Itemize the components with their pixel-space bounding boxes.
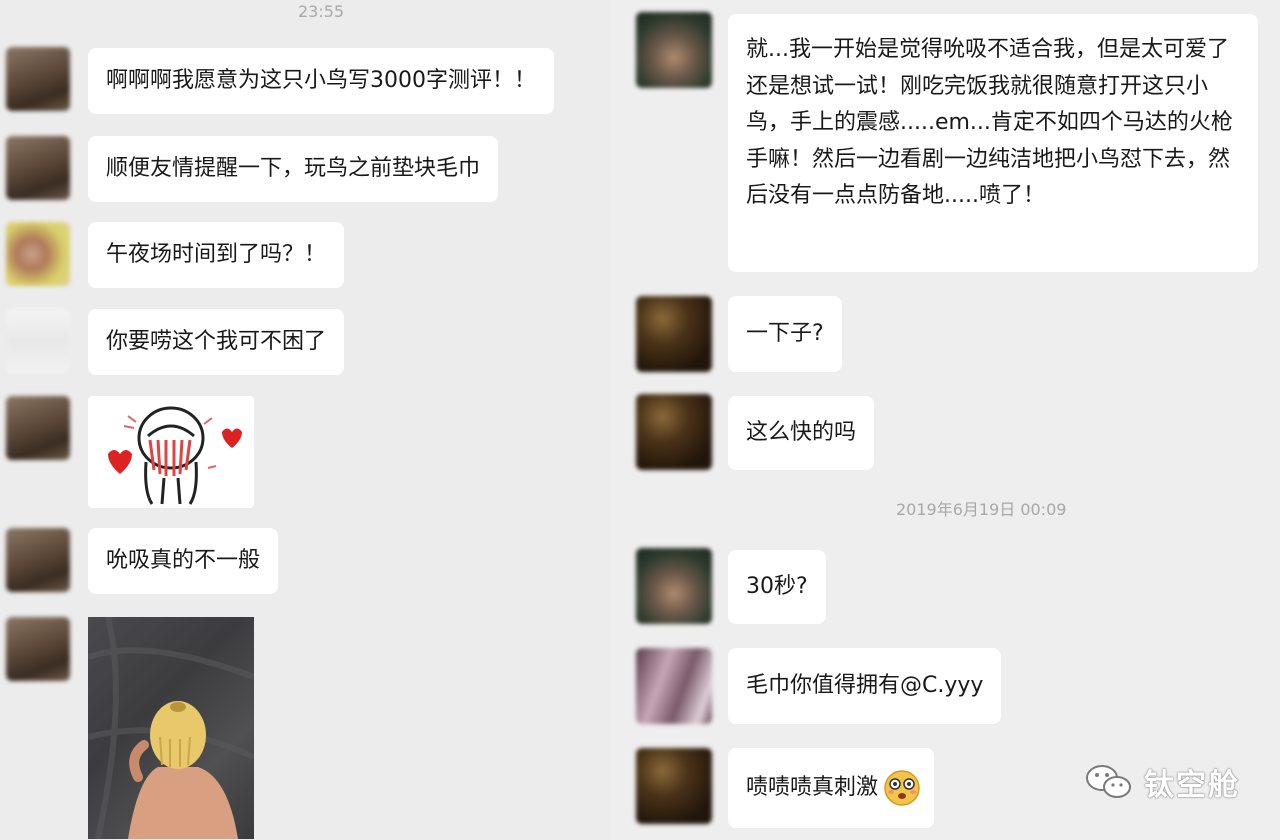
message-bubble[interactable]: 30秒?	[728, 550, 826, 624]
wechat-icon	[1086, 765, 1131, 798]
watermark-text: 钛空舱	[1144, 768, 1240, 803]
avatar[interactable]	[636, 394, 712, 470]
avatar[interactable]	[636, 648, 712, 724]
message-bubble[interactable]: 你要唠这个我可不困了	[88, 309, 345, 375]
message-bubble[interactable]: 一下子?	[728, 296, 842, 372]
avatar[interactable]	[636, 748, 712, 824]
avatar[interactable]	[6, 136, 70, 200]
avatar[interactable]	[6, 396, 70, 460]
avatar[interactable]	[6, 47, 70, 111]
message-bubble[interactable]: 这么快的吗	[728, 396, 875, 470]
shocked-emoji-icon	[884, 770, 920, 806]
avatar[interactable]	[636, 12, 712, 88]
left-chat-panel: 23:55 啊啊啊我愿意为这只小鸟写3000字测评！！ 顺便友情提醒一下，玩鸟之…	[0, 0, 610, 840]
message-text: 啧啧啧真刺激	[746, 775, 879, 800]
avatar[interactable]	[6, 222, 70, 286]
message-bubble[interactable]: 顺便友情提醒一下，玩鸟之前垫块毛巾	[88, 136, 499, 202]
timestamp: 23:55	[298, 2, 345, 21]
message-bubble[interactable]: 毛巾你值得拥有@C.yyy	[728, 648, 1002, 724]
message-bubble[interactable]: 就...我一开始是觉得吮吸不适合我，但是太可爱了还是想试一试！刚吃完饭我就很随意…	[728, 14, 1258, 272]
avatar[interactable]	[6, 309, 70, 373]
avatar[interactable]	[6, 528, 70, 592]
photo-message[interactable]	[88, 617, 254, 839]
product-photo-icon	[88, 617, 254, 839]
message-bubble[interactable]: 啊啊啊我愿意为这只小鸟写3000字测评！！	[88, 48, 554, 114]
avatar[interactable]	[6, 617, 70, 681]
right-chat-panel: 就...我一开始是觉得吮吸不适合我，但是太可爱了还是想试一试！刚吃完饭我就很随意…	[612, 0, 1280, 840]
sticker-image[interactable]	[88, 396, 254, 508]
message-bubble[interactable]: 午夜场时间到了吗？！	[88, 222, 345, 288]
crying-sticker-icon	[108, 406, 242, 505]
message-bubble[interactable]: 吮吸真的不一般	[88, 528, 279, 594]
avatar[interactable]	[636, 548, 712, 624]
avatar[interactable]	[636, 296, 712, 372]
timestamp: 2019年6月19日 00:09	[896, 500, 1067, 519]
watermark: 钛空舱	[1084, 760, 1240, 804]
message-bubble[interactable]: 啧啧啧真刺激	[728, 748, 935, 828]
